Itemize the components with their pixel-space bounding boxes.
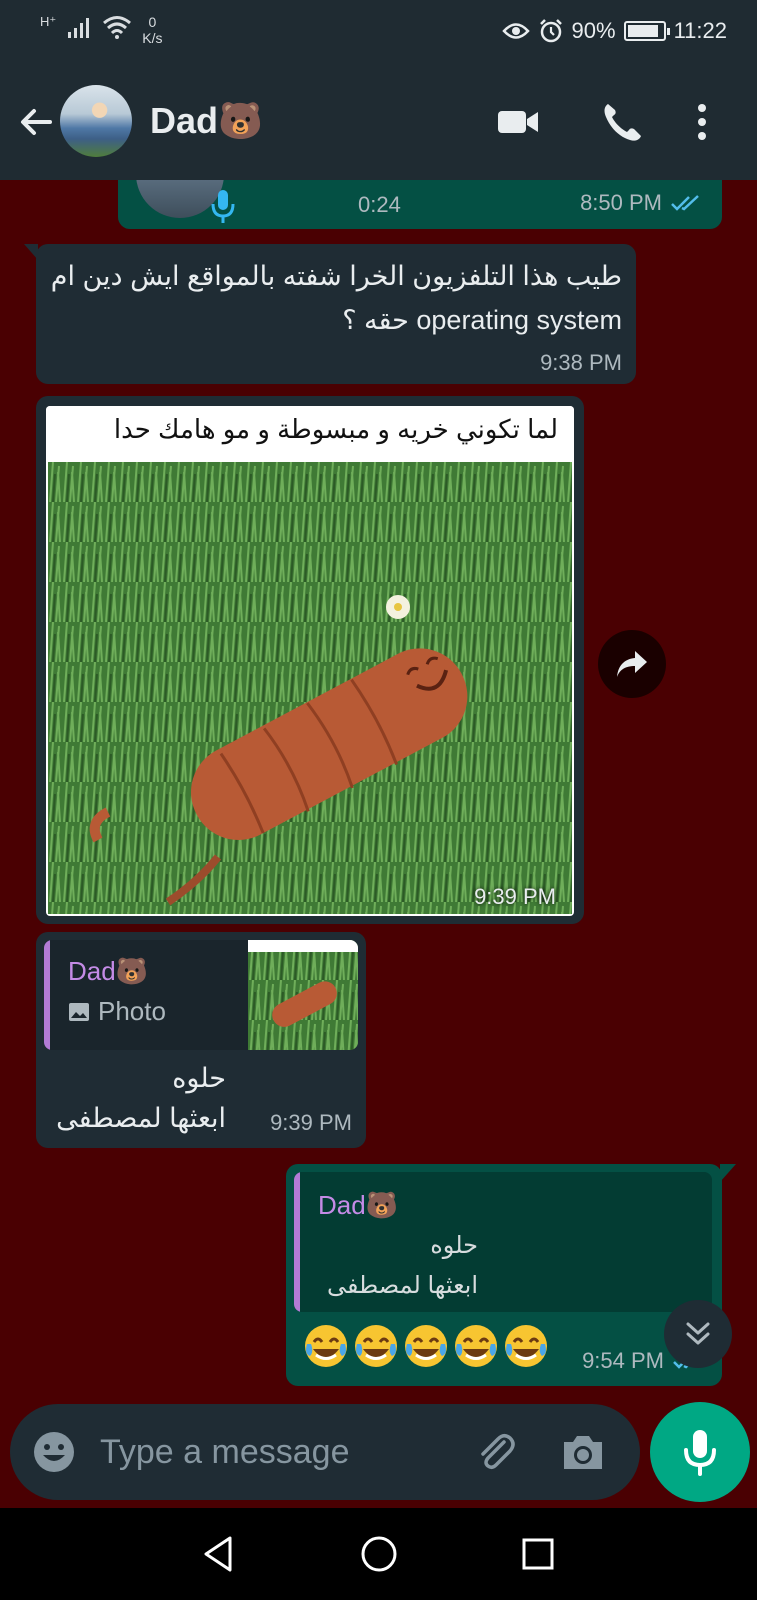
meme-caption: لما تكوني خريه و مبسوطة و مو هامك حدا bbox=[46, 406, 574, 462]
message-time: 9:39 PM bbox=[474, 884, 556, 909]
meme-image[interactable]: لما تكوني خريه و مبسوطة و مو هامك حدا bbox=[46, 406, 574, 916]
quoted-sender: Dad🐻 bbox=[318, 1190, 399, 1220]
message-meta: 9:39 PM bbox=[270, 1110, 352, 1136]
quote-bar bbox=[44, 940, 50, 1050]
contact-name[interactable]: Dad🐻 bbox=[150, 100, 263, 142]
signal-icon bbox=[68, 18, 90, 38]
bubble-tail bbox=[720, 1164, 736, 1182]
nav-recents-icon[interactable] bbox=[514, 1530, 562, 1578]
meme-picture bbox=[48, 462, 572, 914]
back-arrow-icon[interactable] bbox=[14, 100, 58, 144]
video-call-icon[interactable] bbox=[496, 100, 540, 144]
network-speed-value: 0 bbox=[148, 14, 157, 30]
quoted-line-2: ابعثها لمصطفى bbox=[326, 1272, 478, 1299]
system-navigation-bar bbox=[0, 1508, 757, 1600]
laughing-emoji-icon bbox=[405, 1325, 447, 1367]
more-vert-icon[interactable] bbox=[690, 100, 734, 144]
emoji-icon[interactable] bbox=[32, 1430, 76, 1474]
forward-icon bbox=[617, 651, 647, 677]
quoted-type: Photo bbox=[68, 996, 166, 1027]
quoted-thumbnail bbox=[248, 940, 358, 1050]
outgoing-reply-message[interactable]: Dad🐻 حلوه ابعثها لمصطفى 9:54 PM bbox=[286, 1164, 736, 1386]
message-time: 9:38 PM bbox=[540, 350, 622, 375]
quoted-message[interactable]: Dad🐻 حلوه ابعثها لمصطفى bbox=[294, 1172, 712, 1312]
status-right: 90% 11:22 bbox=[501, 18, 727, 44]
message-input[interactable] bbox=[100, 1424, 460, 1480]
chat-header: Dad🐻 bbox=[0, 64, 757, 180]
nav-back-icon[interactable] bbox=[196, 1530, 244, 1578]
forward-button[interactable] bbox=[598, 630, 666, 698]
quoted-type-label: Photo bbox=[98, 996, 166, 1026]
message-meta: 9:38 PM bbox=[540, 350, 622, 376]
bubble-tail bbox=[24, 244, 38, 260]
quoted-text: حلوه ابعثها لمصطفى bbox=[318, 1226, 478, 1306]
quoted-sender: Dad🐻 bbox=[68, 956, 149, 986]
voice-meta: 8:50 PM bbox=[580, 190, 704, 216]
whatsapp-chat-screen: H⁺ 0 K/s 90% 11:22 Dad🐻 0:24 8:50 PM طيب… bbox=[0, 0, 757, 1600]
status-left: H⁺ 0 K/s bbox=[40, 14, 162, 46]
reply-line-1: حلوه bbox=[172, 1063, 226, 1093]
mic-icon bbox=[684, 1430, 716, 1476]
voice-record-button[interactable] bbox=[650, 1402, 750, 1502]
photo-icon bbox=[69, 1002, 89, 1021]
reply-line-2: ابعثها لمصطفى bbox=[56, 1103, 226, 1133]
status-bar: H⁺ 0 K/s 90% 11:22 bbox=[0, 0, 757, 64]
camera-icon[interactable] bbox=[560, 1430, 606, 1474]
message-time: 9:39 PM bbox=[270, 1110, 352, 1135]
laughing-emoji-icon bbox=[505, 1325, 547, 1367]
incoming-reply-message[interactable]: Dad🐻 Photo حلوه ابعثها لمصطفى 9:39 PM bbox=[36, 932, 366, 1148]
laughing-emoji-icon bbox=[455, 1325, 497, 1367]
clock: 11:22 bbox=[673, 18, 727, 43]
wifi-icon bbox=[103, 16, 132, 39]
voice-duration: 0:24 bbox=[358, 192, 401, 217]
quote-bar bbox=[294, 1172, 300, 1312]
incoming-text-message[interactable]: طيب هذا التلفزيون الخرا شفته بالمواقع اي… bbox=[24, 244, 636, 384]
alarm-icon bbox=[539, 19, 562, 43]
chevron-double-down-icon bbox=[686, 1322, 710, 1345]
battery-fill bbox=[627, 25, 659, 37]
contact-avatar[interactable] bbox=[60, 85, 132, 157]
message-time: 8:50 PM bbox=[580, 190, 662, 215]
battery-percent: 90% bbox=[571, 18, 616, 43]
laughing-emoji-icon bbox=[305, 1325, 347, 1367]
eye-icon bbox=[501, 23, 530, 39]
phone-icon[interactable] bbox=[600, 100, 644, 144]
reply-text: حلوه ابعثها لمصطفى bbox=[46, 1058, 226, 1138]
composer-bar bbox=[0, 1400, 757, 1508]
battery-icon bbox=[623, 21, 670, 41]
quoted-message[interactable]: Dad🐻 Photo bbox=[44, 940, 358, 1050]
message-time: 9:54 PM bbox=[582, 1348, 664, 1373]
message-input-container bbox=[10, 1404, 640, 1500]
laughing-emoji-icon bbox=[355, 1325, 397, 1367]
incoming-image-message[interactable]: لما تكوني خريه و مبسوطة و مو هامك حدا 9:… bbox=[36, 396, 584, 924]
scroll-to-bottom-button[interactable] bbox=[664, 1300, 732, 1368]
network-type: H⁺ bbox=[40, 14, 57, 29]
emoji-message bbox=[302, 1322, 550, 1370]
message-list[interactable]: 0:24 8:50 PM طيب هذا التلفزيون الخرا شفت… bbox=[0, 180, 757, 1400]
image-meta: 9:39 PM bbox=[474, 884, 556, 910]
mic-icon bbox=[211, 190, 235, 223]
message-text: طيب هذا التلفزيون الخرا شفته بالمواقع اي… bbox=[50, 261, 622, 335]
paperclip-icon[interactable] bbox=[472, 1428, 520, 1476]
quoted-line-1: حلوه bbox=[430, 1232, 478, 1259]
network-speed: 0 K/s bbox=[142, 14, 162, 46]
voice-message[interactable]: 0:24 8:50 PM bbox=[118, 180, 722, 229]
network-speed-unit: K/s bbox=[142, 30, 163, 46]
double-check-icon bbox=[671, 195, 699, 211]
nav-home-icon[interactable] bbox=[355, 1530, 403, 1578]
